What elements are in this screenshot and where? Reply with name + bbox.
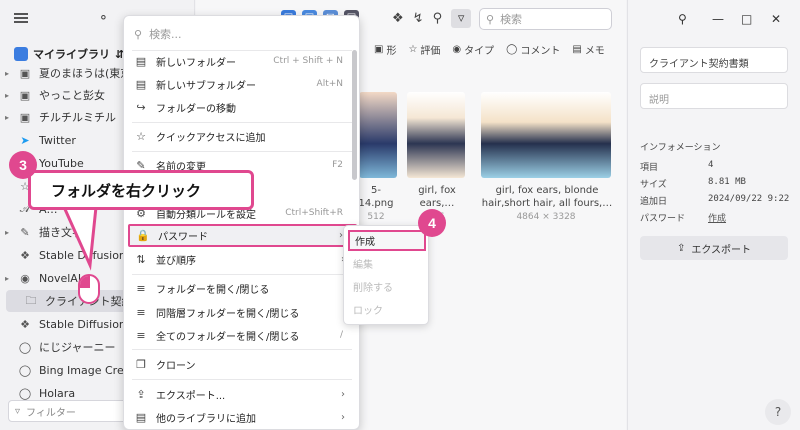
callout-tail — [61, 205, 98, 271]
app-window: ⚬ マイライブラリ ⇵ ▸ ▣ 夏のまほうは(東京… ▸ ▣ やっこと彭女 ▸ ▣ チルチル… — [0, 0, 800, 430]
callout-pointer — [61, 205, 98, 271]
step-badge-3: 3 — [9, 151, 37, 179]
step-badge-4: 4 — [418, 209, 446, 237]
callout-box: フォルダを右クリック — [28, 170, 254, 210]
mouse-right-click-icon — [78, 274, 100, 304]
callout-text: フォルダを右クリック — [51, 181, 202, 200]
